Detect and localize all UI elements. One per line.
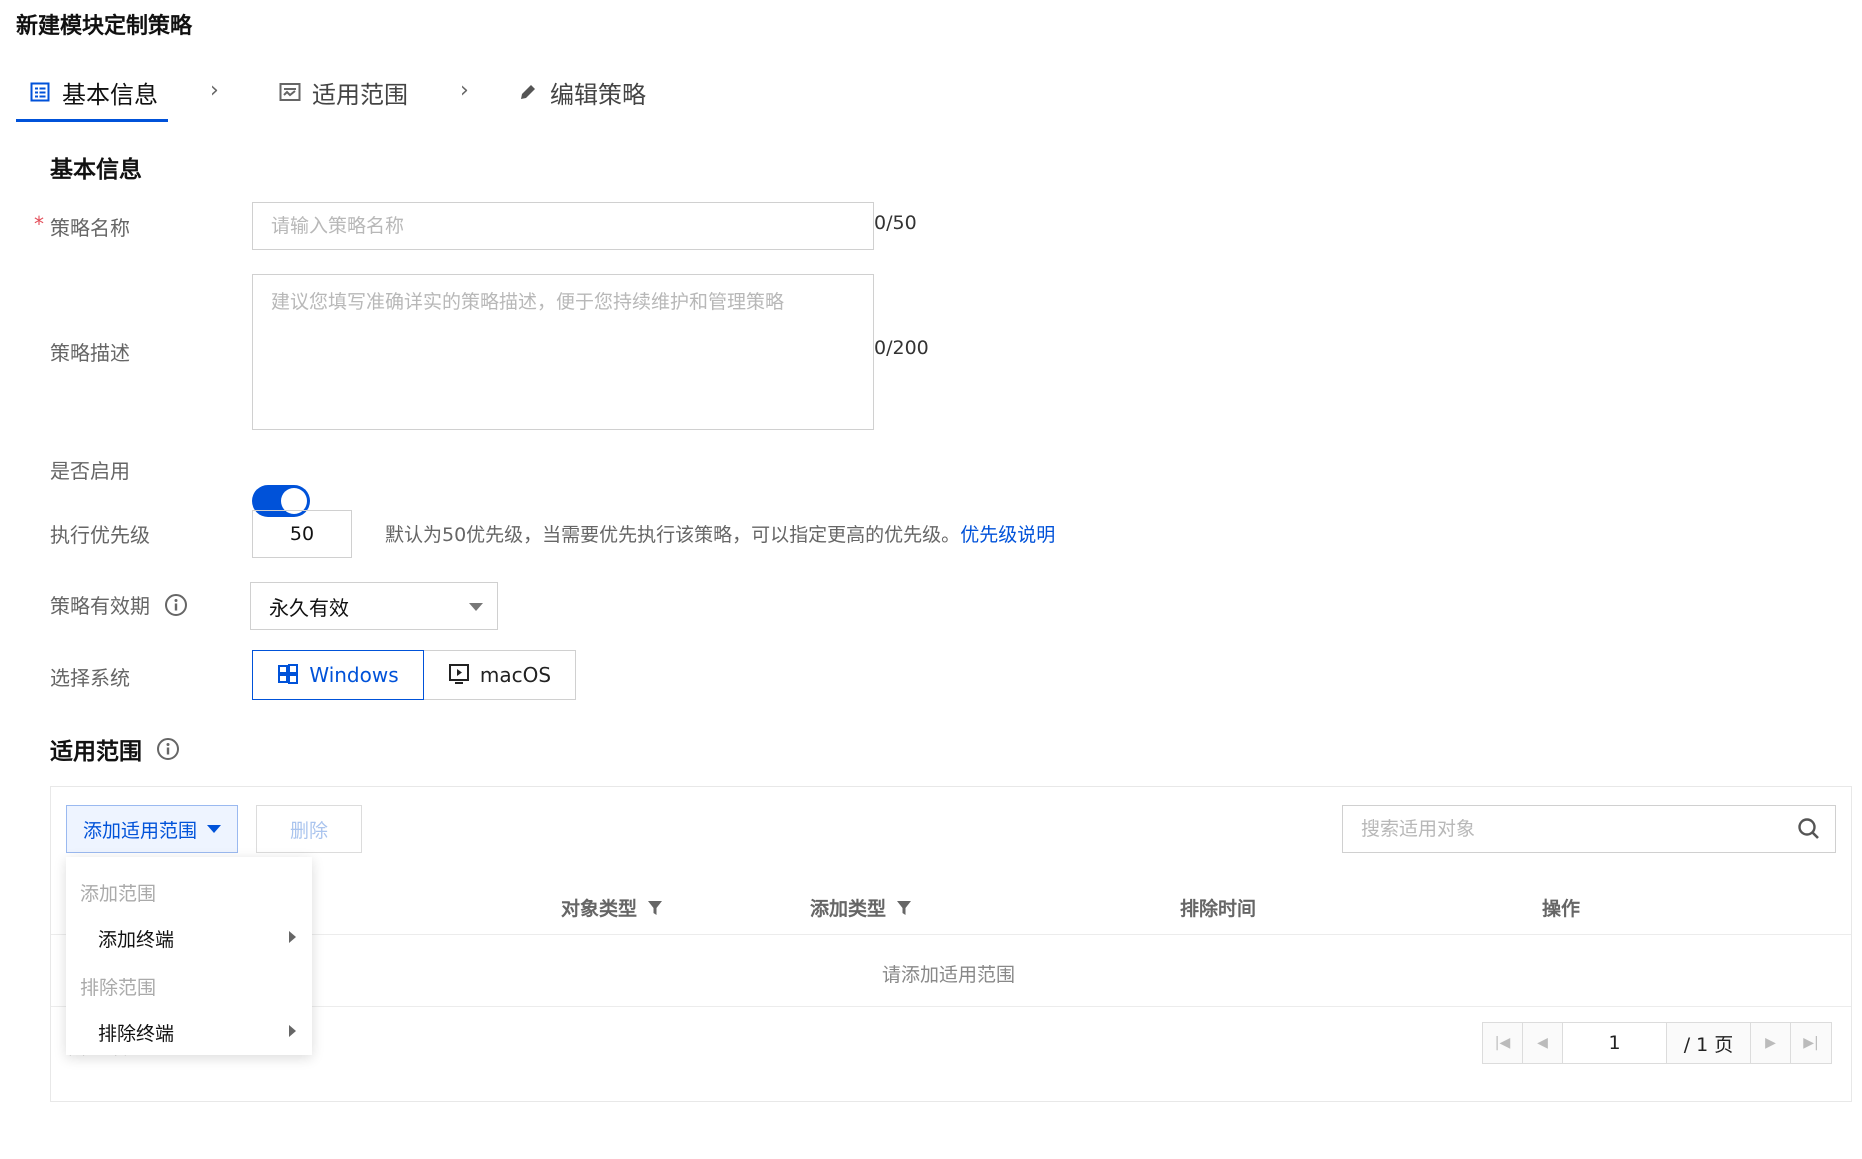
menu-item-add-terminal[interactable]: 添加终端 xyxy=(98,925,298,952)
page-title: 新建模块定制策略 xyxy=(16,14,193,39)
caret-down-icon xyxy=(469,603,483,611)
page-total: / 1 页 xyxy=(1667,1023,1751,1063)
menu-item-exclude-terminal[interactable]: 排除终端 xyxy=(98,1019,298,1046)
priority-input[interactable]: 50 xyxy=(252,510,352,558)
column-header-actions: 操作 xyxy=(1542,898,1581,920)
caret-right-icon xyxy=(289,931,296,943)
menu-item-label: 添加终端 xyxy=(98,929,175,951)
required-mark: * xyxy=(34,212,44,236)
caret-down-icon xyxy=(207,825,222,833)
menu-item-label: 排除终端 xyxy=(98,1023,175,1045)
add-scope-label: 添加适用范围 xyxy=(83,819,198,842)
column-header-exclude-time: 排除时间 xyxy=(1180,898,1257,920)
add-scope-dropdown-menu: 添加范围 添加终端 排除范围 排除终端 xyxy=(66,857,312,1055)
next-page-icon[interactable]: ▶ xyxy=(1751,1023,1791,1063)
info-icon[interactable] xyxy=(156,737,180,761)
column-header-add-type: 添加类型 xyxy=(810,894,912,921)
table-empty-text: 请添加适用范围 xyxy=(882,964,1016,986)
step-edit-policy[interactable]: 编辑策略 xyxy=(516,62,646,122)
desc-char-counter: 0/200 xyxy=(874,337,929,359)
section-title-scope: 适用范围 xyxy=(50,732,180,766)
chevron-right-icon: › xyxy=(210,78,219,103)
os-windows-button[interactable]: Windows xyxy=(252,650,424,700)
scope-icon xyxy=(278,80,302,104)
info-icon[interactable] xyxy=(164,593,188,617)
os-macos-label: macOS xyxy=(479,663,552,687)
windows-icon xyxy=(277,663,301,687)
step-label: 适用范围 xyxy=(312,80,408,109)
step-scope[interactable]: 适用范围 xyxy=(278,62,408,122)
priority-help-link[interactable]: 优先级说明 xyxy=(960,524,1055,546)
validity-select[interactable]: 永久有效 xyxy=(250,582,498,630)
column-header-label: 对象类型 xyxy=(561,898,638,920)
page: 新建模块定制策略 基本信息 › 适用范围 › 编辑策略 基本信息 * 策略名称 … xyxy=(0,0,1862,1159)
scope-search xyxy=(1342,805,1836,853)
section-title-basic: 基本信息 xyxy=(50,157,142,183)
label-validity-text: 策略有效期 xyxy=(50,594,150,618)
os-button-group: Windows macOS xyxy=(252,650,576,700)
chevron-right-icon: › xyxy=(460,78,469,103)
form-icon xyxy=(28,80,52,104)
validity-value: 永久有效 xyxy=(269,595,349,620)
menu-group-exclude: 排除范围 xyxy=(80,977,157,999)
step-label: 编辑策略 xyxy=(550,80,646,109)
filter-icon[interactable] xyxy=(647,900,663,916)
os-macos-button[interactable]: macOS xyxy=(424,650,576,700)
column-header-object-type: 对象类型 xyxy=(561,894,663,921)
table-divider xyxy=(51,934,1851,935)
menu-group-add: 添加范围 xyxy=(80,883,157,905)
last-page-icon[interactable]: ▶| xyxy=(1791,1023,1831,1063)
step-label: 基本信息 xyxy=(62,80,158,109)
scope-search-input[interactable] xyxy=(1343,806,1763,852)
pagination: |◀ ◀ 1 / 1 页 ▶ ▶| xyxy=(1482,1022,1832,1064)
policy-name-input[interactable] xyxy=(252,202,874,250)
os-windows-label: Windows xyxy=(309,663,399,687)
label-os: 选择系统 xyxy=(50,666,130,690)
priority-hint-text: 默认为50优先级，当需要优先执行该策略，可以指定更高的优先级。 xyxy=(385,524,961,546)
active-step-indicator xyxy=(16,119,168,122)
page-number-input[interactable]: 1 xyxy=(1563,1023,1667,1063)
monitor-icon xyxy=(448,663,472,687)
step-basic-info[interactable]: 基本信息 xyxy=(28,62,158,122)
policy-desc-textarea[interactable] xyxy=(252,274,874,430)
column-header-label: 添加类型 xyxy=(810,898,887,920)
step-nav: 基本信息 › 适用范围 › 编辑策略 xyxy=(16,62,816,122)
label-validity: 策略有效期 xyxy=(50,590,188,619)
scope-title-text: 适用范围 xyxy=(50,739,142,765)
delete-button[interactable]: 删除 xyxy=(256,805,362,853)
add-scope-button[interactable]: 添加适用范围 xyxy=(66,805,238,853)
table-divider xyxy=(51,1006,1851,1007)
label-priority: 执行优先级 xyxy=(50,523,150,547)
label-policy-name: 策略名称 xyxy=(50,216,130,240)
pencil-icon xyxy=(516,80,540,104)
caret-right-icon xyxy=(289,1025,296,1037)
filter-icon[interactable] xyxy=(896,900,912,916)
name-char-counter: 0/50 xyxy=(874,212,917,234)
label-policy-desc: 策略描述 xyxy=(50,341,130,365)
prev-page-icon[interactable]: ◀ xyxy=(1523,1023,1563,1063)
first-page-icon[interactable]: |◀ xyxy=(1483,1023,1523,1063)
search-icon[interactable] xyxy=(1797,817,1821,841)
priority-hint: 默认为50优先级，当需要优先执行该策略，可以指定更高的优先级。优先级说明 xyxy=(385,520,1055,547)
label-enable: 是否启用 xyxy=(50,459,130,483)
